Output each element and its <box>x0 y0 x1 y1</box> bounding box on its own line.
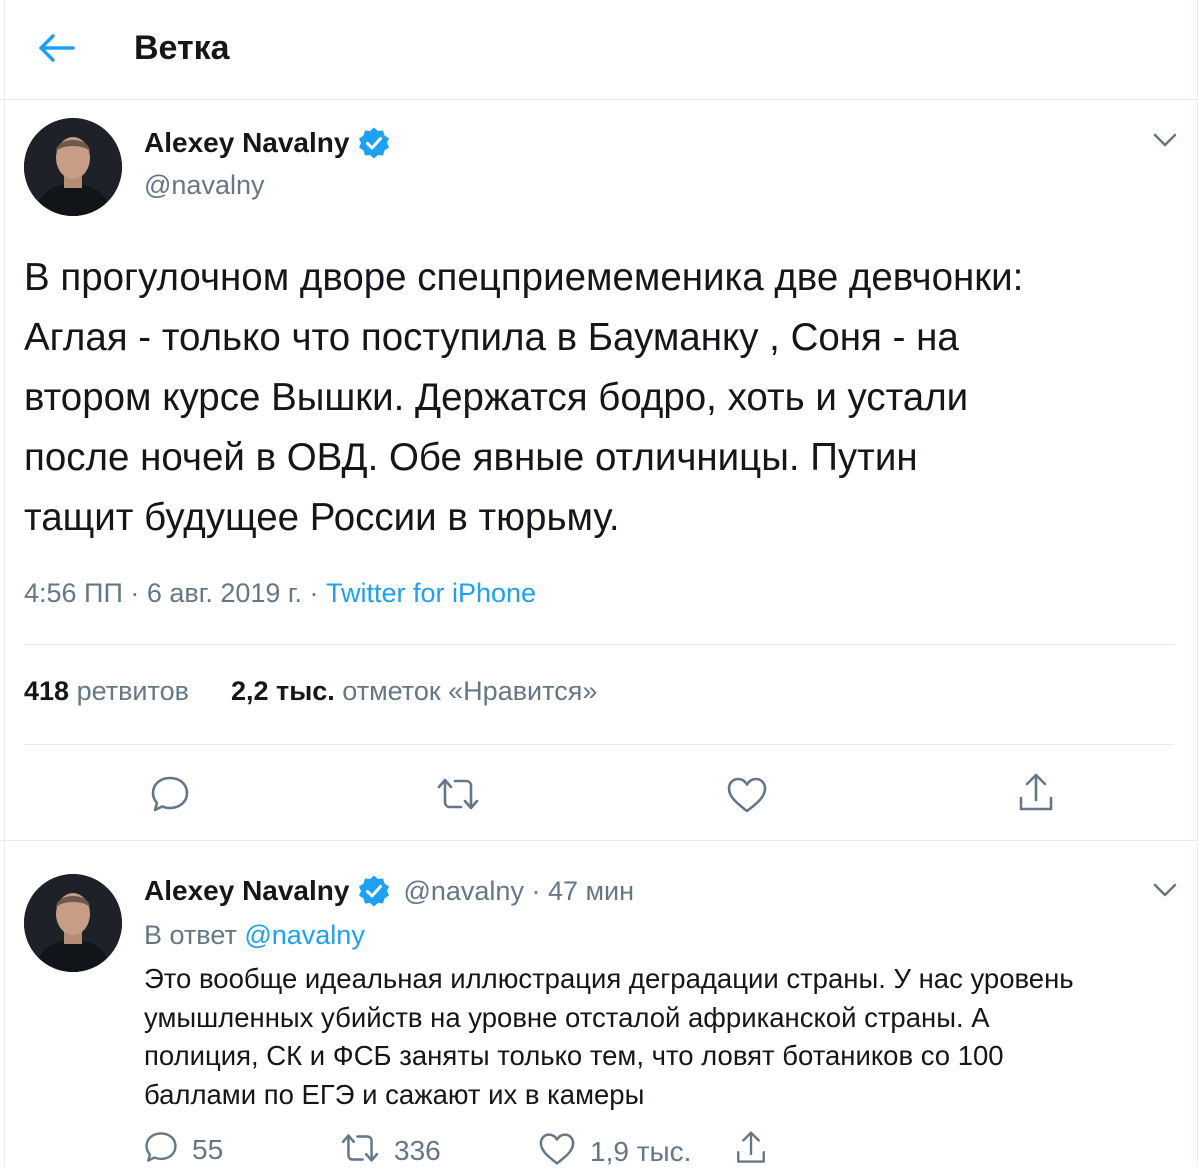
reply-author-line: Alexey Navalny @navalny · 47 мин <box>144 874 634 908</box>
chevron-down-icon <box>1153 883 1177 902</box>
reply-icon <box>144 1130 178 1169</box>
like-button[interactable] <box>726 776 768 819</box>
back-button[interactable] <box>28 22 84 78</box>
likes-stat[interactable]: 2,2 тыс. отметок «Нравится» <box>231 676 597 707</box>
retweets-label: ретвитов <box>76 676 189 706</box>
meta-separator: · <box>523 875 548 906</box>
tweet-date[interactable]: 6 авг. 2019 г. <box>147 578 302 608</box>
retweet-button[interactable]: 336 <box>340 1132 441 1169</box>
tweet-time[interactable]: 4:56 ПП <box>24 578 123 608</box>
author-name[interactable]: Alexey Navalny <box>144 127 349 159</box>
heart-icon <box>726 776 768 819</box>
tweet-source-link[interactable]: Twitter for iPhone <box>326 578 536 608</box>
reply-mention-link[interactable]: @navalny <box>244 920 364 950</box>
retweet-button[interactable] <box>436 776 480 817</box>
author-name[interactable]: Alexey Navalny <box>144 875 349 907</box>
page-title: Ветка <box>134 29 230 67</box>
retweets-stat[interactable]: 418 ретвитов <box>24 676 189 707</box>
reply-tweet-text: Это вообще идеальная иллюстрация деграда… <box>144 963 1074 1110</box>
page-header: Ветка <box>0 0 1198 100</box>
meta-separator: · <box>130 578 147 608</box>
share-button[interactable] <box>734 1130 768 1171</box>
author-handle[interactable]: @navalny <box>144 170 264 201</box>
retweet-icon <box>436 776 480 817</box>
arrow-left-icon <box>37 33 75 68</box>
tweet-time-ago[interactable]: 47 мин <box>548 876 634 907</box>
divider <box>24 744 1174 745</box>
author-handle[interactable]: @navalny <box>403 876 523 907</box>
tweet-text: В прогулочном дворе спецприемеменика две… <box>24 256 1024 539</box>
verified-badge-icon <box>357 874 391 908</box>
likes-count: 2,2 тыс. <box>230 676 335 706</box>
verified-badge-icon <box>357 126 391 160</box>
reply-icon <box>150 774 190 819</box>
share-icon <box>1016 772 1056 819</box>
tweet-menu-button[interactable] <box>1145 122 1185 162</box>
avatar[interactable] <box>24 118 122 216</box>
author-name-line: Alexey Navalny <box>144 126 391 160</box>
tweet-meta: 4:56 ПП · 6 авг. 2019 г. · Twitter for i… <box>24 578 536 609</box>
tweet-menu-button[interactable] <box>1145 872 1185 912</box>
retweet-count: 336 <box>394 1134 441 1166</box>
reply-context: В ответ @navalny <box>144 920 365 951</box>
reply-button[interactable] <box>150 774 190 819</box>
retweets-count: 418 <box>24 676 70 706</box>
tweet-stats: 418 ретвитов 2,2 тыс. отметок «Нравится» <box>24 676 639 707</box>
share-button[interactable] <box>1016 772 1056 819</box>
tweet-separator <box>0 840 1198 841</box>
heart-icon <box>538 1132 576 1171</box>
share-icon <box>734 1130 768 1171</box>
chevron-down-icon <box>1153 133 1177 152</box>
avatar[interactable] <box>24 874 122 972</box>
author-handle-line: @navalny <box>144 170 264 201</box>
reply-button[interactable]: 55 <box>144 1130 223 1169</box>
reply-prefix: В ответ <box>144 920 237 950</box>
divider <box>24 644 1174 645</box>
like-button[interactable]: 1,9 тыс. <box>538 1132 691 1171</box>
likes-label: отметок «Нравится» <box>342 676 598 706</box>
reply-count: 55 <box>192 1133 224 1165</box>
like-count: 1,9 тыс. <box>590 1135 692 1167</box>
retweet-icon <box>340 1132 380 1169</box>
meta-separator: · <box>309 578 326 608</box>
